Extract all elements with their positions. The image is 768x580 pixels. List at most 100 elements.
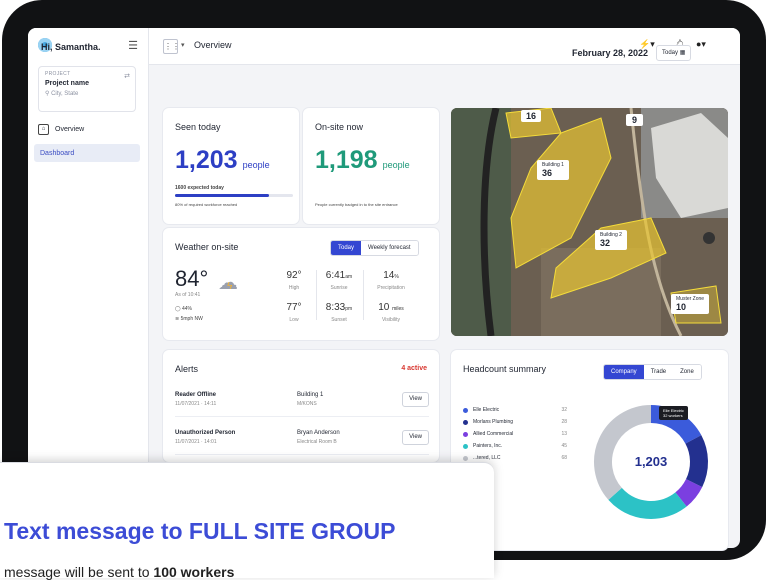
headcount-tabs: Company Trade Zone <box>603 364 702 380</box>
alert-sublocation: M/KONS <box>297 401 317 407</box>
sunrise-unit: am <box>345 274 353 280</box>
onsite-now-title: On-site now <box>315 122 364 132</box>
sunrise: 6:41am Sunrise <box>321 270 357 291</box>
legend-count: 68 <box>561 455 567 461</box>
alert-date: 11/07/2021 · 14:01 <box>175 439 217 445</box>
divider <box>316 270 317 320</box>
overview-icon: ⌂ <box>38 123 49 135</box>
onsite-note: People currently badged in to the site e… <box>315 202 398 207</box>
alert-date: 11/07/2021 · 14:11 <box>175 401 217 407</box>
tab-today[interactable]: Today <box>331 241 362 255</box>
apps-grid-icon[interactable]: ⋮⋮ <box>163 39 180 54</box>
alert-type: Unauthorized Person <box>175 430 236 436</box>
legend-name: Painters, Inc. <box>473 443 503 449</box>
menu-icon[interactable]: ☰ <box>128 39 138 52</box>
legend-swatch <box>463 443 468 449</box>
precipitation: 14% Precipitation <box>368 270 414 291</box>
seen-today-value: 1,203 people <box>175 146 270 175</box>
legend-swatch <box>463 455 468 461</box>
donut-slice[interactable] <box>685 435 708 488</box>
high-temp: 92° High <box>276 270 312 291</box>
view-button[interactable]: View <box>402 392 429 407</box>
chevron-down-icon[interactable]: ▾ <box>181 41 185 49</box>
legend-name: Allied Commercial <box>473 431 514 437</box>
list-item[interactable]: Elle Electric 32 <box>463 407 567 413</box>
legend-count: 45 <box>561 443 567 449</box>
onsite-now-number: 1,198 <box>315 146 378 174</box>
panel-subtitle-prefix: message will be sent to <box>4 564 150 580</box>
humidity-value: 44% <box>182 306 193 312</box>
expected-today: 1600 expected today <box>175 185 224 191</box>
today-button[interactable]: Today ▦ <box>656 45 692 61</box>
sunset-value: 8:33 <box>325 302 346 313</box>
wind-value: 5mph NW <box>180 316 203 322</box>
headcount-total: 1,203 <box>634 454 668 469</box>
wind: ≋ 5mph NW <box>175 316 203 322</box>
low-label: Low <box>289 317 299 323</box>
sidebar-item-dashboard[interactable]: Dashboard <box>34 144 140 162</box>
seen-today-title: Seen today <box>175 122 221 132</box>
legend-count: 28 <box>561 419 567 425</box>
sidebar-item-overview-label: Overview <box>55 125 85 133</box>
worker-count: 100 workers <box>153 564 235 580</box>
project-name: Project name <box>45 80 89 87</box>
legend-count: 32 <box>561 407 567 413</box>
precip-unit: % <box>394 274 399 280</box>
weather-card: Weather on-site Today Weekly forecast 84… <box>163 228 439 340</box>
as-of-time: As of 10:41 <box>175 292 201 298</box>
alert-type: Reader Offline <box>175 392 217 398</box>
page-title: Overview <box>194 40 232 50</box>
alert-location: Bryan Anderson <box>297 430 340 436</box>
onsite-now-card: On-site now 1,198 people People currently… <box>303 108 439 224</box>
alerts-count-badge: 4 active <box>401 365 427 372</box>
muster-zone-marker[interactable]: Muster Zone 10 <box>671 294 710 314</box>
list-item[interactable]: ...tered, LLC 68 <box>463 455 567 461</box>
onsite-now-value: 1,198 people <box>315 146 410 175</box>
top-bar: ⋮⋮ ▾ Overview ⚡▾ 🔔︎ ●▾ <box>149 28 740 65</box>
list-item[interactable]: Allied Commercial 13 <box>463 431 567 437</box>
site-map[interactable]: 16 9 Building 1 36 Building 2 32 Muster Zo… <box>451 108 728 336</box>
expected-note: 80% of required workforce reached <box>175 202 238 207</box>
legend-name: ...tered, LLC <box>473 455 501 461</box>
low-value: 77° <box>286 302 302 313</box>
sunset: 8:33pm Sunset <box>321 302 357 323</box>
sunrise-value: 6:41 <box>325 270 346 281</box>
sidebar-item-overview[interactable]: ⌂ Overview <box>38 120 138 138</box>
swap-icon[interactable]: ⇄ <box>124 72 130 80</box>
table-row: Unauthorized Person 11/07/2021 · 14:01 B… <box>175 428 429 455</box>
pin-icon: ⚲ <box>45 91 50 97</box>
high-label: High <box>288 285 300 291</box>
table-row: Reader Offline 11/07/2021 · 14:11 Buildi… <box>175 390 429 417</box>
building-1-marker[interactable]: Building 1 36 <box>537 160 569 180</box>
view-button[interactable]: View <box>402 430 429 445</box>
tab-weekly-forecast[interactable]: Weekly forecast <box>361 241 418 255</box>
list-item[interactable]: Painters, Inc. 45 <box>463 443 567 449</box>
high-value: 92° <box>286 270 302 281</box>
building-1-count: 36 <box>542 168 553 178</box>
text-message-panel: Text message to FULL SITE GROUP message … <box>0 462 494 580</box>
zone-marker[interactable]: 16 <box>521 110 542 122</box>
divider <box>363 270 364 320</box>
expected-progress-fill <box>175 194 270 197</box>
building-2-marker[interactable]: Building 2 32 <box>595 230 627 250</box>
project-selector[interactable]: PROJECT Project name ⚲ City, State ⇄ <box>38 66 136 112</box>
donut-slice[interactable] <box>608 487 687 519</box>
project-location: ⚲ City, State <box>45 90 129 97</box>
tab-company[interactable]: Company <box>604 365 644 379</box>
avatar[interactable]: ●▾ <box>696 39 706 50</box>
donut-slice[interactable] <box>675 478 703 507</box>
tab-zone[interactable]: Zone <box>673 365 701 379</box>
panel-title: Text message to FULL SITE GROUP <box>4 518 396 544</box>
list-item[interactable]: Morlans Plumbing 28 <box>463 419 567 425</box>
legend-swatch <box>463 419 468 425</box>
zone-marker[interactable]: 9 <box>626 114 644 126</box>
current-date: February 28, 2022 <box>572 48 649 58</box>
temperature: 84° <box>175 266 209 291</box>
calendar-icon: ▦ <box>679 50 686 56</box>
panel-subtitle: message will be sent to 100 workers <box>4 564 234 580</box>
tab-trade[interactable]: Trade <box>643 365 674 379</box>
expected-progress-bar <box>175 194 293 197</box>
greeting: Hi, Samantha. <box>41 42 101 52</box>
sunrise-label: Sunrise <box>330 285 348 291</box>
seen-today-number: 1,203 <box>175 146 238 174</box>
